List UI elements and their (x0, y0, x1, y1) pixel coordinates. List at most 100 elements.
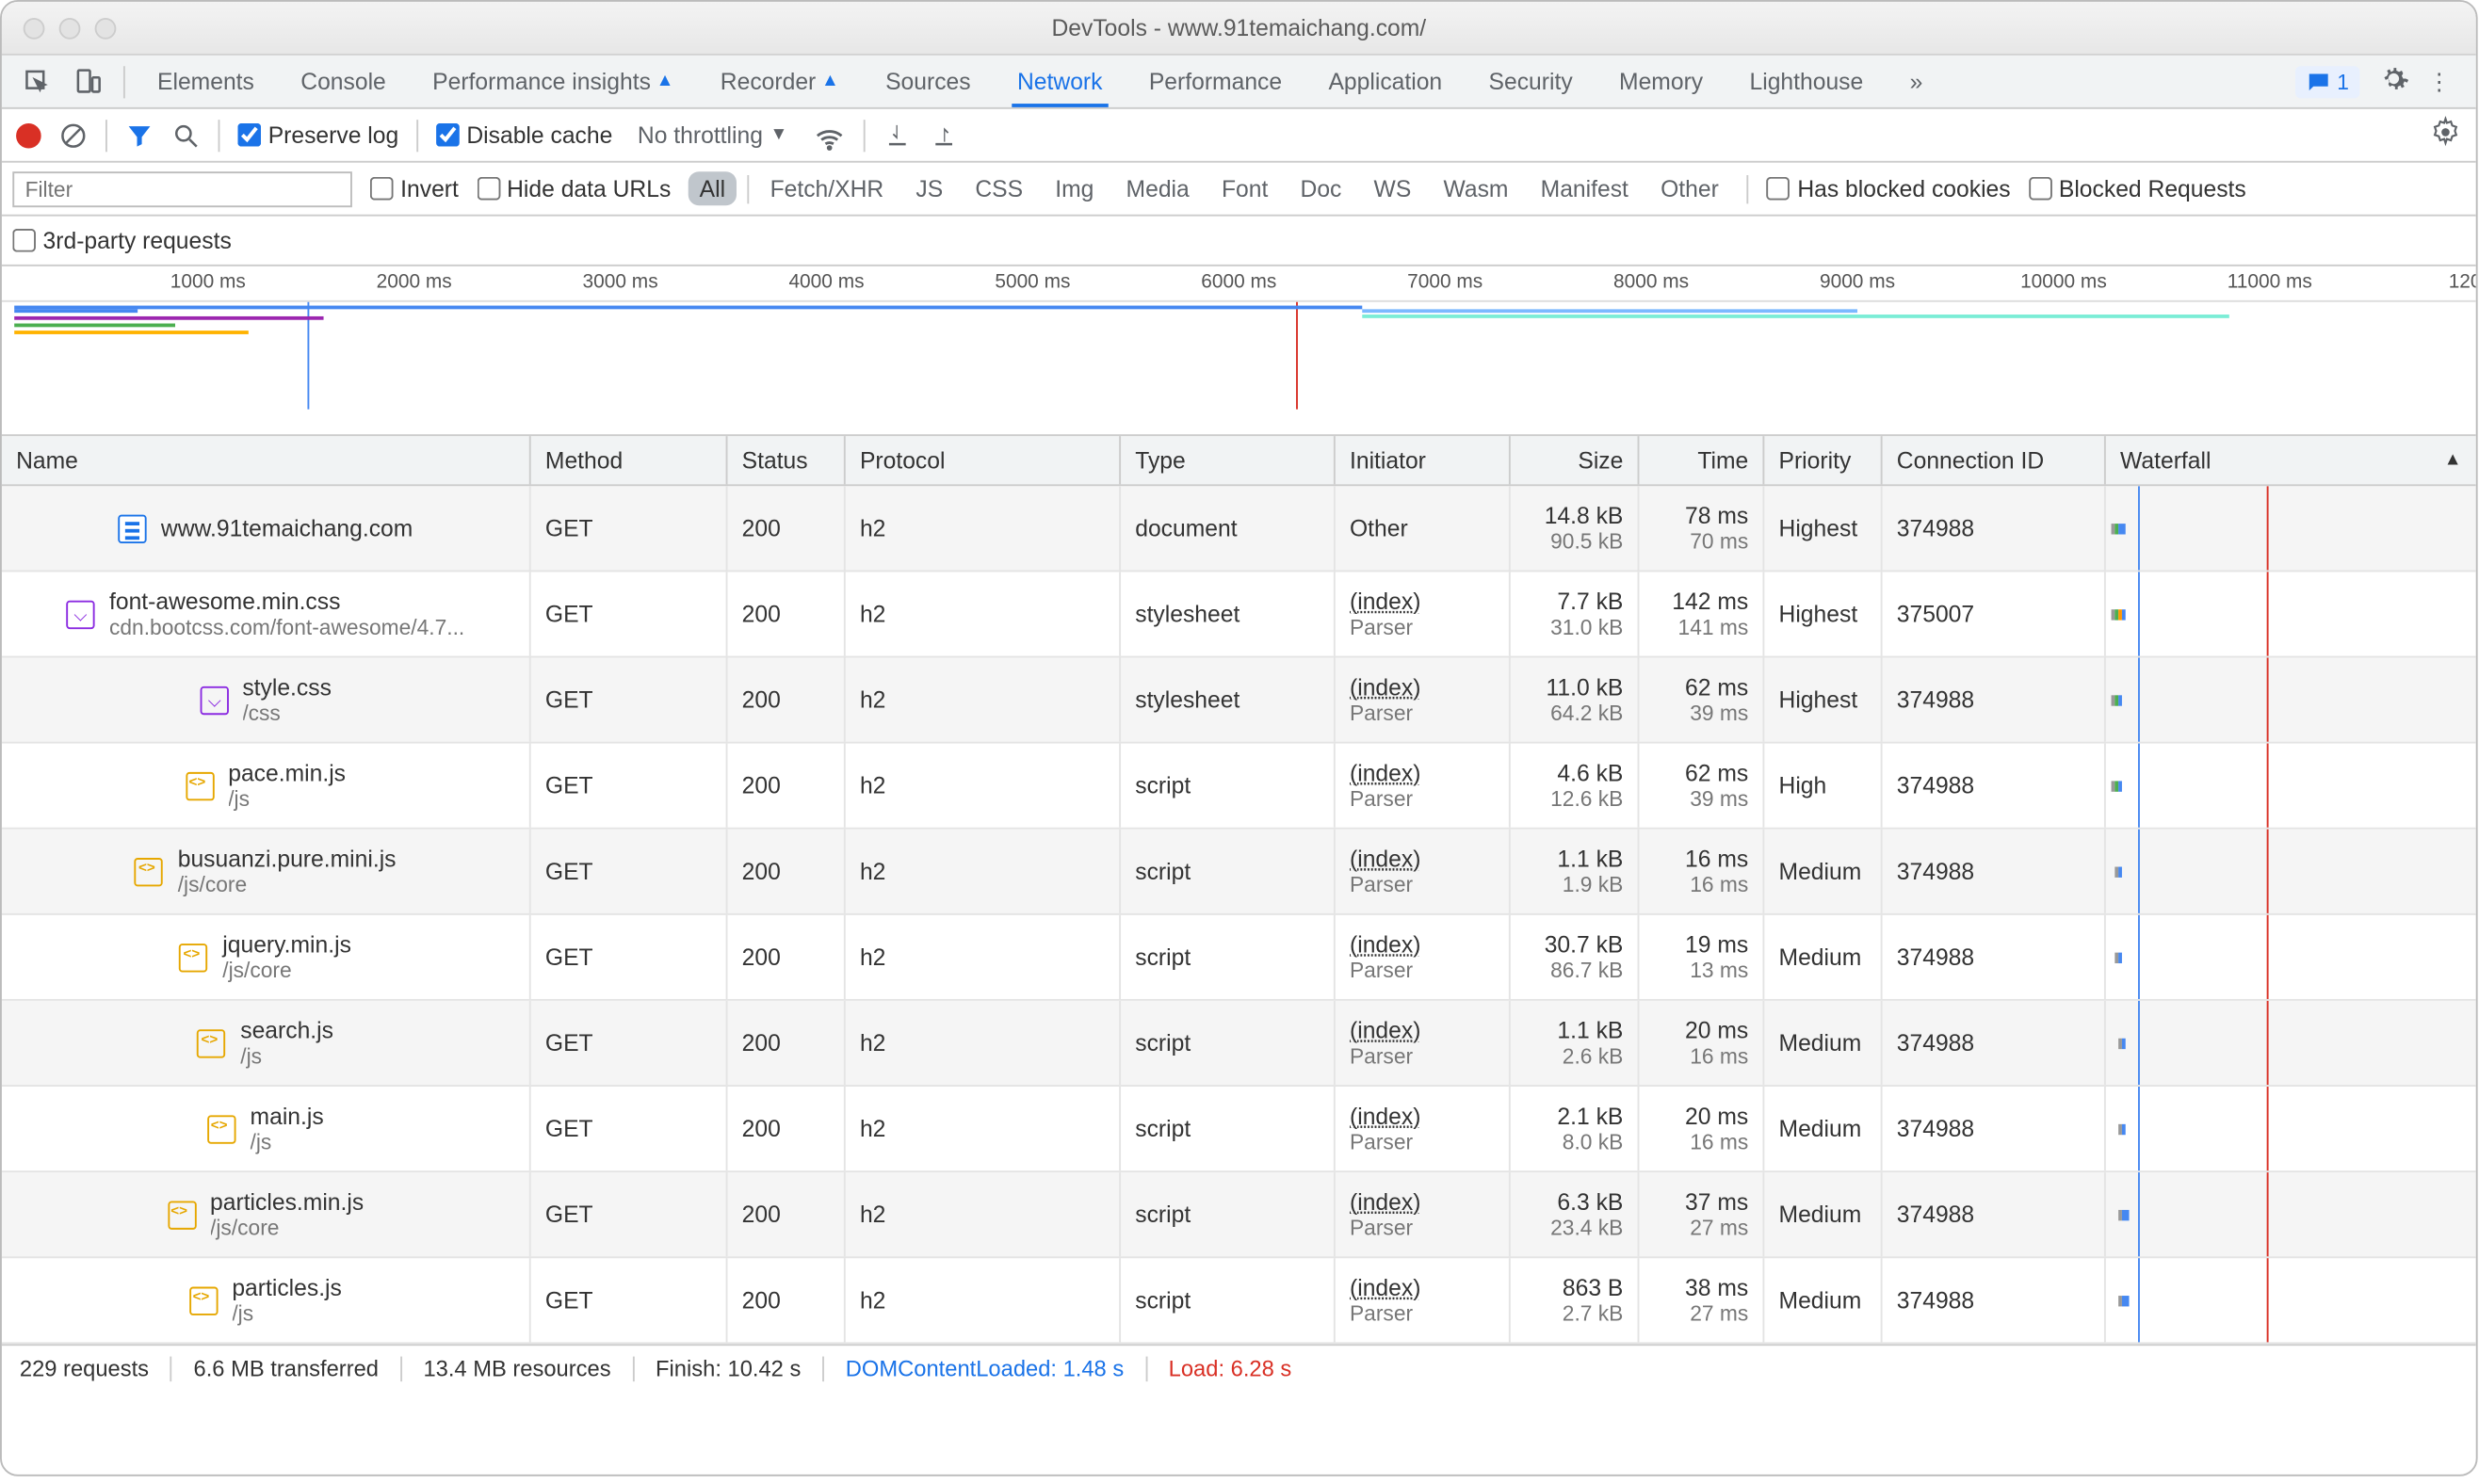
col-protocol[interactable]: Protocol (846, 436, 1121, 484)
filter-type-media[interactable]: Media (1115, 171, 1200, 205)
cell-protocol: h2 (846, 830, 1121, 913)
kebab-icon[interactable]: ⋮ (2427, 67, 2451, 95)
record-button[interactable] (16, 122, 41, 148)
timeline-overview[interactable]: 1000 ms2000 ms3000 ms4000 ms5000 ms6000 … (2, 266, 2476, 436)
filter-type-all[interactable]: All (689, 171, 736, 205)
filter-type-css[interactable]: CSS (964, 171, 1034, 205)
request-row[interactable]: style.css/cssGET200h2stylesheet(index)Pa… (2, 657, 2476, 743)
filter-icon[interactable] (125, 121, 154, 149)
filter-type-ws[interactable]: WS (1363, 171, 1422, 205)
cell-method: GET (531, 744, 728, 828)
traffic-max[interactable] (95, 17, 117, 39)
third-party-checkbox[interactable]: 3rd-party requests (12, 227, 232, 253)
col-method[interactable]: Method (531, 436, 728, 484)
tick: 11000 ms (2228, 271, 2312, 293)
request-row[interactable]: particles.js/jsGET200h2script(index)Pars… (2, 1258, 2476, 1344)
panel-settings-icon[interactable] (2429, 116, 2461, 153)
tab-network[interactable]: Network (994, 56, 1126, 107)
preserve-log-checkbox[interactable]: Preserve log (237, 121, 398, 148)
cell-priority: Highest (1764, 486, 1882, 570)
inspect-icon[interactable] (12, 56, 62, 107)
status-finish: Finish: 10.42 s (656, 1356, 801, 1381)
settings-icon[interactable] (2377, 62, 2409, 100)
cell-protocol: h2 (846, 1172, 1121, 1256)
filter-type-manifest[interactable]: Manifest (1530, 171, 1639, 205)
cell-type: script (1121, 744, 1336, 828)
export-icon[interactable] (929, 121, 957, 149)
disable-cache-checkbox[interactable]: Disable cache (436, 121, 612, 148)
tab-memory[interactable]: Memory (1596, 56, 1726, 107)
tab-lighthouse[interactable]: Lighthouse (1726, 56, 1887, 107)
col-time[interactable]: Time (1639, 436, 1764, 484)
tab-application[interactable]: Application (1305, 56, 1466, 107)
request-row[interactable]: www.91temaichang.comGET200h2documentOthe… (2, 486, 2476, 572)
network-conditions-icon[interactable] (813, 119, 845, 151)
status-requests: 229 requests (20, 1356, 149, 1381)
cell-waterfall (2106, 830, 2476, 913)
filter-type-fetchxhr[interactable]: Fetch/XHR (759, 171, 894, 205)
device-icon[interactable] (62, 56, 112, 107)
cell-protocol: h2 (846, 744, 1121, 828)
messages-badge[interactable]: 1 (2296, 65, 2360, 97)
request-name: particles.min.js (210, 1188, 364, 1215)
cell-time: 38 ms27 ms (1639, 1258, 1764, 1342)
traffic-close[interactable] (24, 17, 45, 39)
col-type[interactable]: Type (1121, 436, 1336, 484)
request-list[interactable]: www.91temaichang.comGET200h2documentOthe… (2, 486, 2476, 1344)
cell-method: GET (531, 1087, 728, 1170)
cell-size: 7.7 kB31.0 kB (1511, 572, 1640, 655)
col-status[interactable]: Status (727, 436, 845, 484)
tab-security[interactable]: Security (1466, 56, 1596, 107)
cell-method: GET (531, 657, 728, 741)
tab-console[interactable]: Console (278, 56, 410, 107)
filter-type-js[interactable]: JS (905, 171, 954, 205)
blocked-requests-checkbox[interactable]: Blocked Requests (2029, 175, 2246, 202)
col-connection-id[interactable]: Connection ID (1883, 436, 2106, 484)
hide-data-urls-checkbox[interactable]: Hide data URLs (477, 175, 671, 202)
traffic-min[interactable] (59, 17, 81, 39)
cell-waterfall (2106, 572, 2476, 655)
filter-input[interactable] (12, 170, 352, 206)
filter-type-doc[interactable]: Doc (1289, 171, 1353, 205)
filter-type-font[interactable]: Font (1211, 171, 1279, 205)
col-priority[interactable]: Priority (1764, 436, 1882, 484)
request-row[interactable]: busuanzi.pure.mini.js/js/coreGET200h2scr… (2, 830, 2476, 915)
clear-icon[interactable] (59, 121, 88, 149)
throttling-select[interactable]: No throttling▼ (630, 118, 795, 152)
filter-type-other[interactable]: Other (1650, 171, 1729, 205)
col-initiator[interactable]: Initiator (1336, 436, 1511, 484)
tab-elements[interactable]: Elements (134, 56, 277, 107)
col-waterfall[interactable]: Waterfall▲ (2106, 436, 2476, 484)
tab-sources[interactable]: Sources (862, 56, 994, 107)
has-blocked-cookies-checkbox[interactable]: Has blocked cookies (1767, 175, 2011, 202)
cell-priority: Medium (1764, 1172, 1882, 1256)
tab-performance-insights[interactable]: Performance insights▲ (409, 56, 697, 107)
cell-method: GET (531, 1172, 728, 1256)
request-row[interactable]: jquery.min.js/js/coreGET200h2script(inde… (2, 915, 2476, 1001)
invert-checkbox[interactable]: Invert (370, 175, 459, 202)
cell-waterfall (2106, 744, 2476, 828)
request-path: /js/core (222, 958, 351, 983)
tab-performance[interactable]: Performance (1126, 56, 1305, 107)
col-name[interactable]: Name (2, 436, 531, 484)
import-icon[interactable] (883, 121, 911, 149)
request-row[interactable]: particles.min.js/js/coreGET200h2script(i… (2, 1172, 2476, 1258)
request-row[interactable]: font-awesome.min.csscdn.bootcss.com/font… (2, 572, 2476, 657)
cell-priority: Medium (1764, 1001, 1882, 1085)
request-row[interactable]: search.js/jsGET200h2script(index)Parser1… (2, 1001, 2476, 1087)
js-icon (186, 771, 214, 799)
request-row[interactable]: main.js/jsGET200h2script(index)Parser2.1… (2, 1087, 2476, 1172)
request-row[interactable]: pace.min.js/jsGET200h2script(index)Parse… (2, 744, 2476, 830)
tick: 8000 ms (1613, 271, 1689, 293)
filter-type-wasm[interactable]: Wasm (1433, 171, 1519, 205)
request-path: /js (232, 1301, 342, 1327)
search-icon[interactable] (171, 121, 200, 149)
col-size[interactable]: Size (1511, 436, 1640, 484)
filter-type-img[interactable]: Img (1045, 171, 1105, 205)
cell-method: GET (531, 830, 728, 913)
tab-recorder[interactable]: Recorder▲ (697, 56, 862, 107)
cell-initiator: (index)Parser (1336, 744, 1511, 828)
cell-size: 863 B2.7 kB (1511, 1258, 1640, 1342)
cell-initiator: (index)Parser (1336, 572, 1511, 655)
tabs-more-icon[interactable]: » (1887, 56, 1946, 107)
